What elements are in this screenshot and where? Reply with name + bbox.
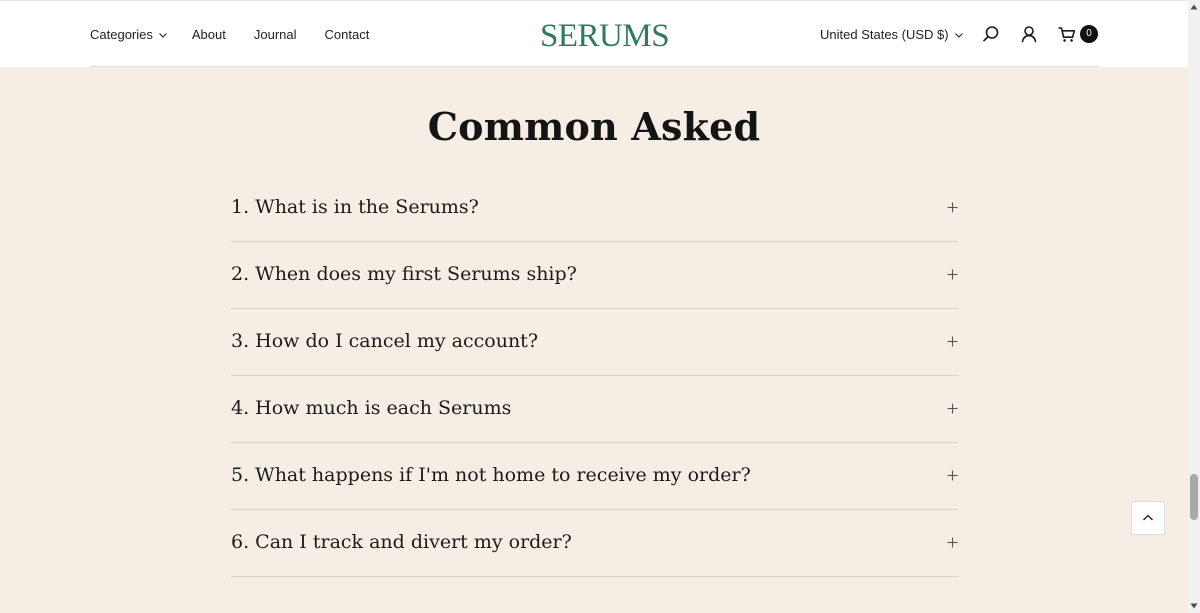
chevron-down-icon bbox=[158, 32, 167, 38]
viewport: Categories About Journal Contact SERUMS … bbox=[0, 0, 1188, 613]
nav-item-label: Journal bbox=[253, 27, 297, 42]
faq-item[interactable]: 1. What is in the Serums? bbox=[231, 175, 958, 242]
faq-question: 2. When does my first Serums ship? bbox=[231, 263, 577, 285]
header-divider bbox=[90, 66, 1098, 67]
faq-list: 1. What is in the Serums? 2. When does m… bbox=[231, 175, 958, 577]
plus-icon bbox=[947, 537, 958, 548]
nav-item-label: Contact bbox=[324, 27, 370, 42]
faq-item[interactable]: 6. Can I track and divert my order? bbox=[231, 510, 958, 577]
scroll-up-arrow-icon[interactable] bbox=[1190, 3, 1198, 11]
plus-icon bbox=[947, 269, 958, 280]
faq-item[interactable]: 2. When does my first Serums ship? bbox=[231, 242, 958, 309]
cart-count-badge[interactable]: 0 bbox=[1080, 25, 1098, 43]
account-icon[interactable] bbox=[1019, 24, 1039, 44]
search-icon[interactable] bbox=[981, 24, 1001, 44]
faq-item[interactable]: 5. What happens if I'm not home to recei… bbox=[231, 443, 958, 510]
faq-question: 5. What happens if I'm not home to recei… bbox=[231, 464, 751, 486]
plus-icon bbox=[947, 336, 958, 347]
currency-selector[interactable]: United States (USD $) bbox=[820, 1, 964, 68]
nav-item-journal[interactable]: Journal bbox=[254, 27, 297, 42]
nav-item-contact[interactable]: Contact bbox=[325, 27, 370, 42]
page: Categories About Journal Contact SERUMS … bbox=[0, 0, 1200, 613]
plus-icon bbox=[947, 403, 958, 414]
faq-question: 3. How do I cancel my account? bbox=[231, 330, 539, 352]
faq-question: 1. What is in the Serums? bbox=[231, 196, 479, 218]
vertical-scrollbar[interactable] bbox=[1188, 0, 1200, 613]
nav-item-categories[interactable]: Categories bbox=[90, 27, 168, 42]
faq-title: Common Asked bbox=[427, 104, 761, 149]
back-to-top-button[interactable] bbox=[1131, 501, 1165, 535]
site-logo[interactable]: SERUMS bbox=[540, 16, 670, 56]
chevron-down-icon bbox=[954, 32, 963, 38]
plus-icon bbox=[947, 202, 958, 213]
nav-item-label: About bbox=[191, 27, 226, 42]
main-nav: Categories About Journal Contact bbox=[90, 1, 369, 68]
currency-label: United States (USD $) bbox=[820, 27, 949, 42]
plus-icon bbox=[947, 470, 958, 481]
faq-question: 4. How much is each Serums bbox=[231, 397, 512, 419]
faq-question: 6. Can I track and divert my order? bbox=[231, 531, 572, 553]
site-header: Categories About Journal Contact SERUMS … bbox=[0, 0, 1188, 67]
faq-item[interactable]: 4. How much is each Serums bbox=[231, 376, 958, 443]
nav-item-label: Categories bbox=[90, 27, 153, 42]
scroll-down-arrow-icon[interactable] bbox=[1190, 602, 1198, 610]
faq-item[interactable]: 3. How do I cancel my account? bbox=[231, 309, 958, 376]
chevron-up-icon bbox=[1143, 514, 1153, 521]
scrollbar-thumb[interactable] bbox=[1190, 474, 1198, 520]
cart-icon[interactable] bbox=[1057, 24, 1077, 44]
nav-item-about[interactable]: About bbox=[192, 27, 226, 42]
